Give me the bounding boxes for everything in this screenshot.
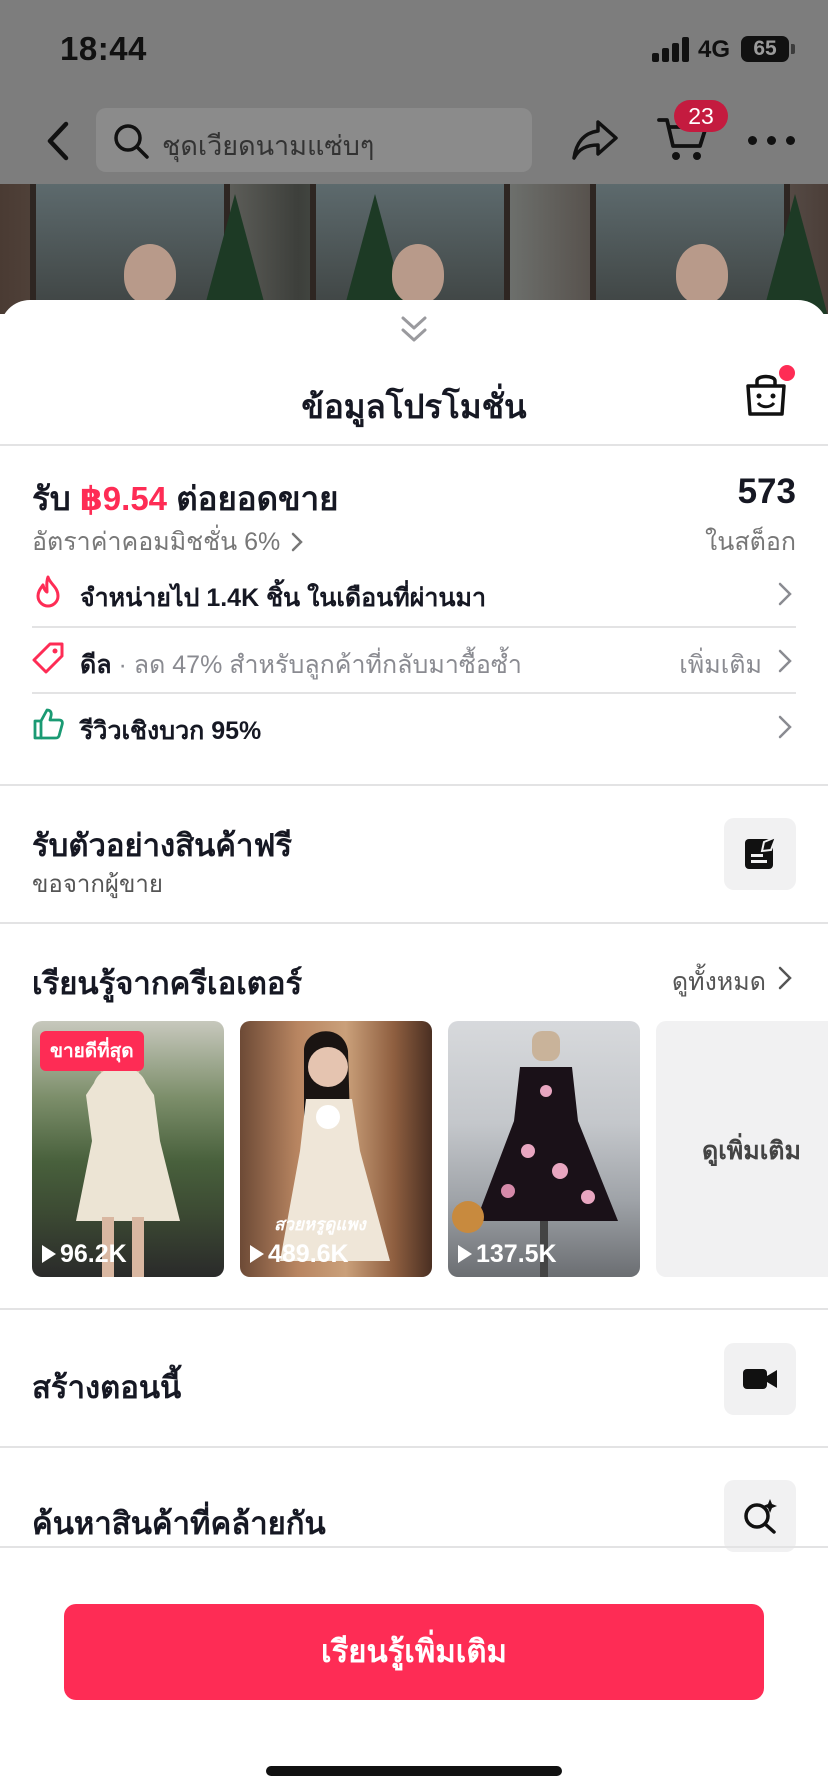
person-shape	[392, 244, 444, 304]
creator-video-card[interactable]: 137.5K	[448, 1021, 640, 1277]
play-icon	[250, 1245, 264, 1263]
creator-video-card[interactable]: ขายดีที่สุด 96.2K	[32, 1021, 224, 1277]
view-count-value: 137.5K	[476, 1240, 557, 1268]
request-sample-button[interactable]	[724, 818, 796, 890]
commission-rate-link[interactable]: อัตราค่าคอมมิชชั่น 6%	[32, 522, 304, 562]
divider	[0, 1446, 828, 1448]
see-more-card[interactable]: ดูเพิ่มเติม	[656, 1021, 828, 1277]
deal-row[interactable]: ดีล · ลด 47% สำหรับลูกค้าที่กลับมาซื้อซ้…	[32, 627, 796, 693]
sheet-title: ข้อมูลโปรโมชั่น	[301, 388, 527, 425]
deal-detail: · ลด 47% สำหรับลูกค้าที่กลับมาซื้อซ้ำ	[111, 651, 522, 679]
bestseller-badge: ขายดีที่สุด	[40, 1031, 144, 1071]
top-nav: ชุดเวียดนามแซ่บๆ 23	[0, 100, 828, 184]
collapse-icon[interactable]	[398, 312, 430, 346]
sold-count-row[interactable]: จำหน่ายไป 1.4K ชิ้น ในเดือนที่ผ่านมา	[32, 560, 796, 626]
earn-suffix: ต่อยอดขาย	[176, 480, 339, 517]
cart-count-badge: 23	[674, 100, 728, 132]
stock-label: ในสต็อก	[705, 528, 796, 556]
status-time: 18:44	[60, 30, 147, 67]
learn-more-button[interactable]: เรียนรู้เพิ่มเติม	[64, 1604, 764, 1700]
see-more-label: ดูเพิ่มเติม	[702, 1137, 801, 1165]
positive-review-text: รีวิวเชิงบวก 95%	[80, 717, 262, 745]
deal-text: ดีล · ลด 47% สำหรับลูกค้าที่กลับมาซื้อซ้…	[80, 645, 522, 685]
footer-divider	[0, 1546, 828, 1548]
divider	[0, 1308, 828, 1310]
flame-icon	[36, 575, 60, 608]
share-icon[interactable]	[570, 114, 620, 164]
chevron-right-icon	[778, 966, 792, 990]
battery-icon: 65	[741, 36, 789, 62]
see-all-link[interactable]: ดูทั้งหมด	[672, 962, 766, 1002]
search-icon	[114, 124, 149, 159]
status-bar: 18:44 4G 65	[0, 0, 828, 100]
creators-title: เรียนรู้จากครีเอเตอร์	[32, 966, 303, 1001]
view-count: 489.6K	[250, 1240, 349, 1269]
battery-tip	[791, 44, 795, 54]
thumbs-up-icon	[33, 708, 64, 740]
person-shape	[676, 244, 728, 304]
view-count: 137.5K	[458, 1240, 557, 1269]
earning-per-sale: รับ ฿9.54 ต่อยอดขาย	[32, 472, 338, 525]
video-caption: สวยหรูดูแพง	[274, 1215, 366, 1234]
video-camera-icon	[743, 1369, 777, 1389]
chevron-right-icon	[778, 649, 792, 673]
back-icon[interactable]	[40, 118, 76, 164]
view-count-value: 96.2K	[60, 1240, 127, 1268]
create-video-button[interactable]	[724, 1343, 796, 1415]
free-sample-title: รับตัวอย่างสินค้าฟรี	[32, 828, 293, 863]
find-similar-button[interactable]	[724, 1480, 796, 1552]
chevron-right-icon	[291, 532, 304, 552]
notification-dot	[779, 365, 795, 381]
creator-video-card[interactable]: สวยหรูดูแพง 489.6K	[240, 1021, 432, 1277]
network-type: 4G	[698, 36, 731, 63]
video-thumbnail	[452, 1031, 618, 1277]
signal-icon	[652, 36, 692, 62]
stock-count: 573	[737, 472, 796, 511]
earn-prefix: รับ	[32, 480, 71, 517]
view-count: 96.2K	[42, 1240, 127, 1269]
play-icon	[42, 1245, 56, 1263]
find-similar-title: ค้นหาสินค้าที่คล้ายกัน	[32, 1506, 326, 1541]
commission-rate: อัตราค่าคอมมิชชั่น 6%	[32, 528, 281, 556]
divider	[0, 922, 828, 924]
play-icon	[458, 1245, 472, 1263]
promotion-info-sheet: ข้อมูลโปรโมชั่น รับ ฿9.54 ต่อยอดขาย อัตร…	[0, 300, 828, 1792]
product-video-preview	[0, 184, 828, 314]
positive-review-row[interactable]: รีวิวเชิงบวก 95%	[32, 693, 796, 759]
battery-level: 65	[753, 37, 777, 60]
tag-icon	[32, 642, 64, 674]
search-input[interactable]: ชุดเวียดนามแซ่บๆ	[96, 108, 532, 172]
free-sample-subtitle: ขอจากผู้ขาย	[32, 871, 163, 898]
sold-count-text: จำหน่ายไป 1.4K ชิ้น ในเดือนที่ผ่านมา	[80, 584, 487, 612]
view-count-value: 489.6K	[268, 1240, 349, 1268]
deal-more-link[interactable]: เพิ่มเติม	[679, 645, 762, 685]
deal-label: ดีล	[80, 651, 112, 679]
divider	[0, 784, 828, 786]
divider	[0, 444, 828, 446]
search-placeholder: ชุดเวียดนามแซ่บๆ	[162, 131, 375, 161]
more-icon[interactable]	[748, 136, 796, 146]
person-shape	[124, 244, 176, 304]
chevron-right-icon	[778, 715, 792, 739]
edit-note-icon	[745, 836, 778, 869]
ai-search-icon	[744, 1499, 777, 1534]
earn-amount: ฿9.54	[79, 480, 168, 517]
video-thumbnail	[280, 1031, 390, 1261]
home-indicator	[266, 1766, 562, 1776]
create-now-title: สร้างตอนนี้	[32, 1370, 182, 1405]
chevron-right-icon	[778, 582, 792, 606]
